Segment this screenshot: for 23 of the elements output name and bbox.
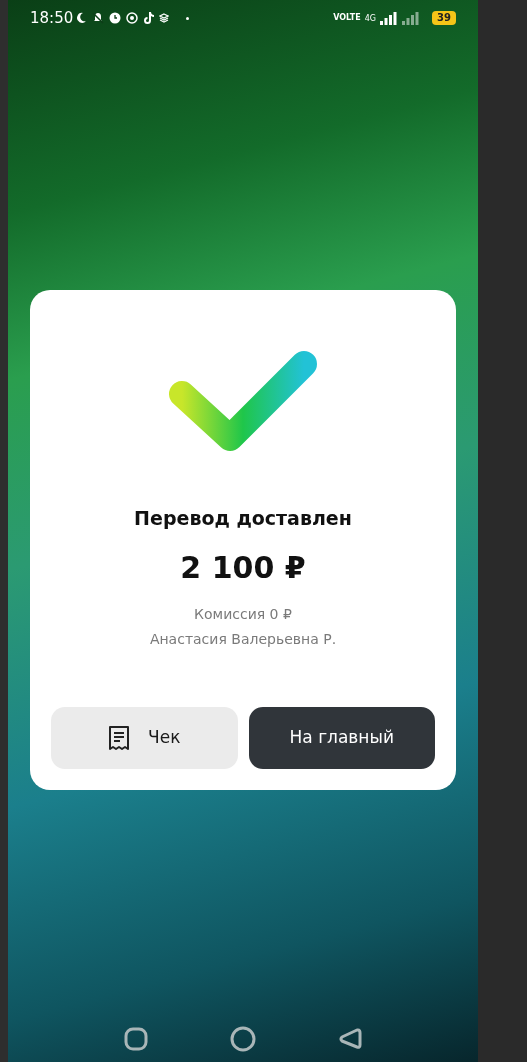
note-icon	[143, 12, 155, 24]
clock-icon	[109, 12, 122, 24]
commission-text: Комиссия 0 ₽	[194, 604, 292, 624]
home-button[interactable]: На главный	[248, 707, 435, 769]
receipt-icon	[108, 725, 131, 751]
moon-icon	[75, 12, 88, 24]
network-type: 4G	[364, 13, 377, 25]
second-signal-icon	[402, 11, 421, 25]
status-time: 18:50	[30, 7, 74, 29]
amount-text: 2 100 ₽	[180, 548, 306, 587]
recipient-name: Анастасия Валерьевна Р.	[149, 629, 337, 649]
receipt-button[interactable]: Чек	[51, 707, 238, 769]
battery-level: 39	[432, 11, 456, 25]
circle-app-icon	[126, 12, 139, 24]
layers-icon	[159, 13, 170, 23]
muted-bell-icon	[92, 12, 105, 24]
home-icon[interactable]	[230, 1026, 256, 1052]
volte-label: VOLTE	[333, 13, 361, 23]
checkmark-icon	[168, 350, 318, 454]
recent-apps-icon[interactable]	[124, 1027, 148, 1051]
result-title: Перевод доставлен	[134, 506, 352, 531]
signal-icon	[380, 11, 399, 25]
back-icon[interactable]	[338, 1027, 362, 1051]
